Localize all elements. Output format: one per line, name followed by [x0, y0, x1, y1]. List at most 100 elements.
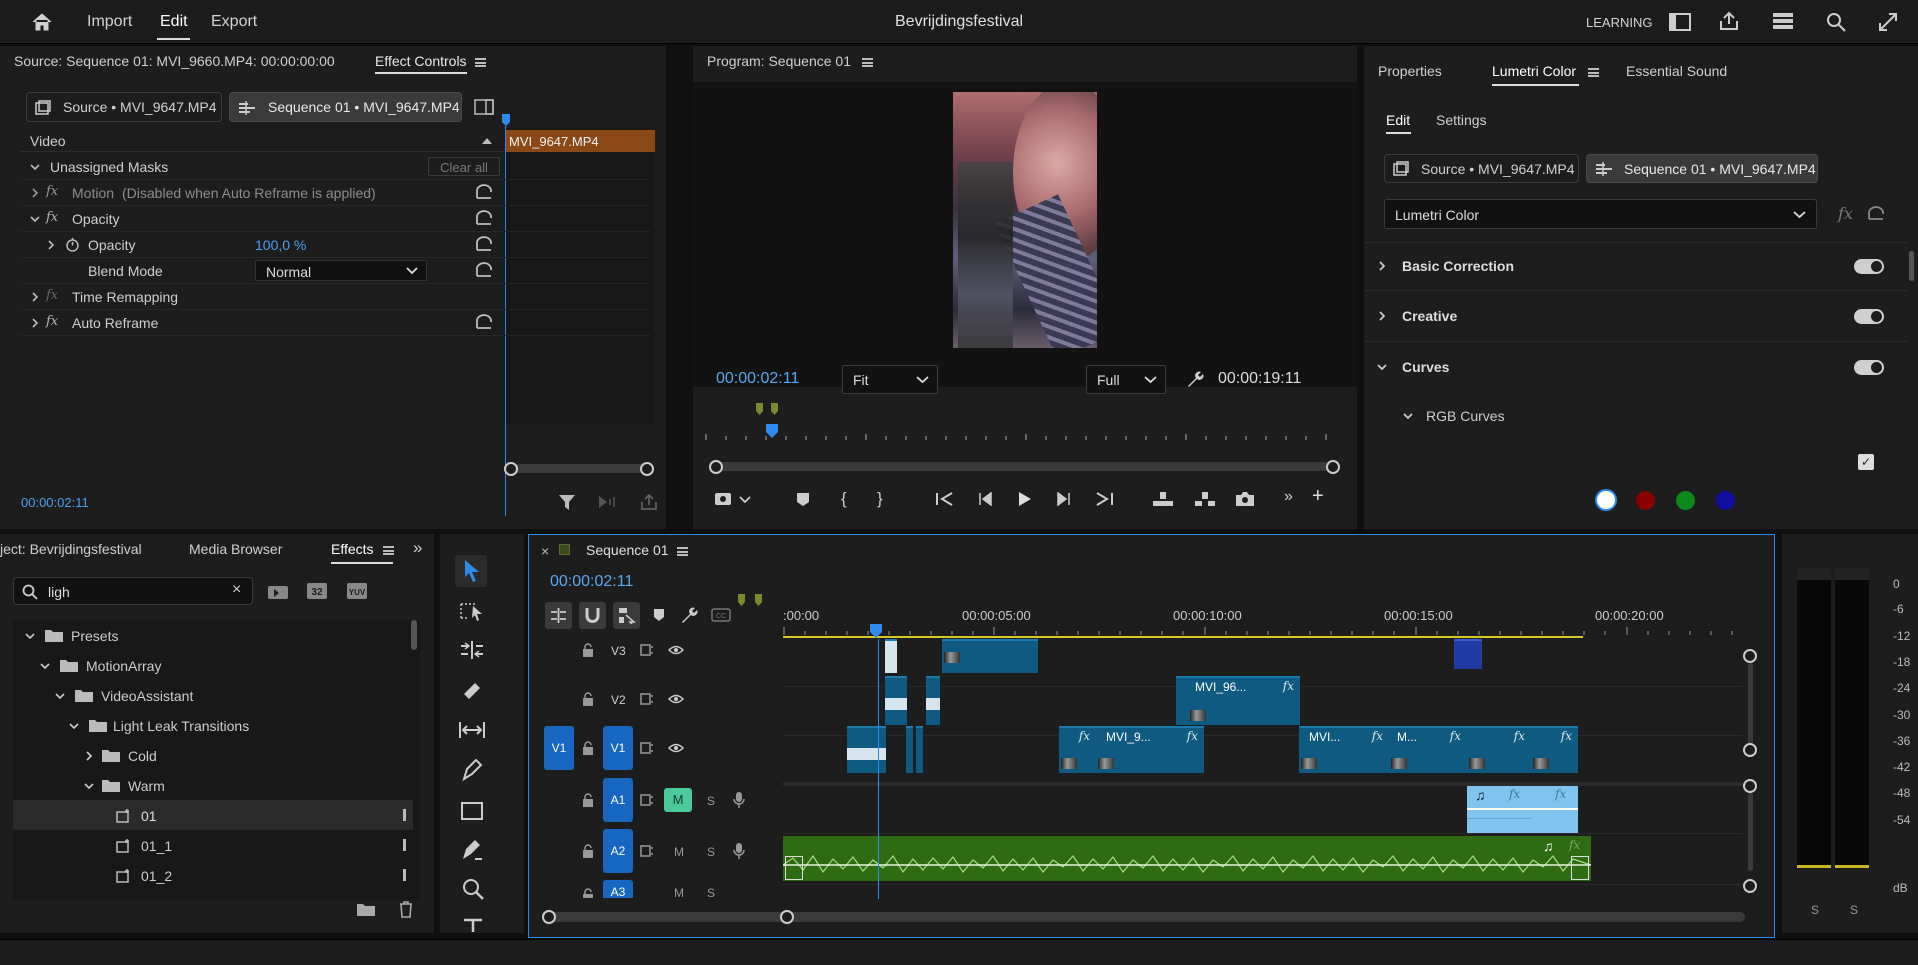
step-forward-icon[interactable]: [1057, 492, 1071, 506]
audio-clip-a2-music[interactable]: ♫ fx: [783, 836, 1591, 881]
clip-v1-2[interactable]: [868, 726, 886, 773]
lock-icon[interactable]: [582, 692, 594, 707]
eye-icon[interactable]: [668, 694, 684, 704]
tree-item-cold[interactable]: Cold: [13, 740, 413, 770]
lumetri-effect-select[interactable]: Lumetri Color: [1384, 199, 1817, 229]
chevron-right-icon[interactable]: [45, 239, 57, 251]
subtab-settings[interactable]: Settings: [1436, 112, 1487, 128]
hand-tool-icon[interactable]: [461, 839, 483, 861]
clip-v3-small[interactable]: [885, 639, 897, 673]
tree-item-light-leak-transitions[interactable]: Light Leak Transitions: [13, 710, 413, 740]
chevron-down-icon[interactable]: [68, 720, 80, 732]
export-menu[interactable]: Export: [211, 13, 257, 31]
slip-tool-icon[interactable]: [459, 721, 485, 739]
play-icon[interactable]: [1018, 491, 1032, 507]
lumetri-source-chip[interactable]: Source • MVI_9647.MP4: [1384, 154, 1579, 183]
clip-v3-a[interactable]: [942, 639, 1038, 673]
video-track-scrollbar[interactable]: [1748, 663, 1753, 745]
go-to-out-icon[interactable]: [1095, 492, 1113, 506]
clip-v1-mvi9[interactable]: MVI_9... fx: [1096, 726, 1204, 773]
blend-mode-select[interactable]: Normal: [255, 260, 427, 281]
program-zoom-left[interactable]: [709, 460, 723, 474]
wrench-icon[interactable]: [1186, 370, 1204, 388]
clip-v2-mvi96[interactable]: MVI_96... fx: [1188, 676, 1300, 725]
clip-v1-m[interactable]: M... fx: [1389, 726, 1467, 773]
export-frame-camera-icon[interactable]: [1235, 491, 1255, 507]
reset-icon[interactable]: [1866, 206, 1886, 222]
chevron-right-icon[interactable]: [29, 291, 41, 303]
panel-menu-icon[interactable]: [862, 58, 873, 67]
clip-v1-9[interactable]: fx: [1467, 726, 1531, 773]
lumetri-scrollbar[interactable]: [1909, 251, 1914, 281]
toggle-timeline-view-icon[interactable]: [474, 99, 494, 115]
audio-clip-a1-a[interactable]: ♫ fx: [1467, 786, 1531, 833]
button-editor-plus-icon[interactable]: +: [1312, 485, 1324, 508]
clip-v3-blue[interactable]: [1454, 639, 1482, 669]
row-blend-mode[interactable]: Blend Mode Normal: [20, 258, 650, 284]
linked-selection-button[interactable]: [613, 602, 640, 629]
step-back-icon[interactable]: [978, 492, 992, 506]
insert-button-icon[interactable]: [714, 491, 734, 507]
lumetri-sequence-chip[interactable]: Sequence 01 • MVI_9647.MP4: [1586, 154, 1818, 183]
zoom-tool-icon[interactable]: [462, 878, 484, 900]
captions-icon[interactable]: CC: [711, 608, 731, 622]
tree-item-presets[interactable]: Presets: [13, 620, 413, 650]
clip-v1-4[interactable]: [916, 726, 923, 773]
lock-icon[interactable]: [582, 643, 594, 658]
timeline-settings-wrench-icon[interactable]: [680, 606, 698, 624]
tab-media-browser[interactable]: Media Browser: [189, 541, 282, 557]
tab-effect-controls[interactable]: Effect Controls: [375, 53, 467, 69]
lock-icon[interactable]: [582, 888, 594, 898]
tab-essential-sound[interactable]: Essential Sound: [1626, 63, 1727, 79]
program-timecode[interactable]: 00:00:02:11: [716, 370, 799, 388]
source-clip-chip[interactable]: Source • MVI_9647.MP4: [26, 92, 222, 122]
go-to-in-icon[interactable]: [936, 492, 954, 506]
track-a1-target[interactable]: A1: [603, 778, 633, 822]
learning-workspace[interactable]: LEARNING: [1586, 15, 1652, 30]
home-icon[interactable]: [31, 12, 53, 32]
sync-lock-icon[interactable]: [640, 794, 654, 806]
chevron-down-icon[interactable]: [29, 213, 41, 225]
rgb-curves-checkbox[interactable]: ✓: [1858, 454, 1874, 470]
sync-lock-icon[interactable]: [640, 845, 654, 857]
timeline-marker-icons[interactable]: [737, 593, 764, 610]
red-channel-swatch[interactable]: [1636, 491, 1655, 510]
fit-select[interactable]: Fit: [842, 365, 938, 394]
tree-item-01[interactable]: 01: [13, 800, 413, 830]
white-channel-swatch[interactable]: [1595, 489, 1617, 511]
chevron-down-icon[interactable]: [29, 161, 41, 173]
collapse-up-icon[interactable]: [482, 137, 492, 144]
timeline-timecode[interactable]: 00:00:02:11: [550, 573, 633, 591]
effects-search-input[interactable]: ligh: [48, 584, 70, 600]
effects-scrollbar[interactable]: [411, 620, 417, 650]
sequence-tab[interactable]: Sequence 01: [586, 542, 669, 558]
a3-mute-button[interactable]: M: [674, 886, 684, 898]
a2-solo-button[interactable]: S: [707, 845, 715, 859]
video-track-scroll-bottom[interactable]: [1743, 743, 1757, 757]
play-audio-icon[interactable]: [598, 495, 620, 509]
clip-v1-mvi[interactable]: MVI... fx: [1299, 726, 1389, 773]
section-curves[interactable]: Curves RGB Curves ✓: [1364, 341, 1908, 529]
opacity-value[interactable]: 100,0 %: [255, 237, 306, 253]
32bit-effects-icon[interactable]: 32: [306, 582, 328, 600]
meter-solo-right[interactable]: S: [1850, 903, 1858, 917]
tree-item-warm[interactable]: Warm: [13, 770, 413, 800]
timeline-zoom-scrollbar[interactable]: [545, 912, 1745, 922]
transition-start-marker[interactable]: [785, 856, 803, 880]
chevron-down-icon[interactable]: [1402, 410, 1414, 422]
section-basic-correction[interactable]: Basic Correction: [1364, 242, 1908, 290]
subtab-edit[interactable]: Edit: [1386, 112, 1410, 128]
transition-end-marker[interactable]: [1571, 856, 1589, 880]
tab-project[interactable]: ject: Bevrijdingsfestival: [0, 541, 142, 557]
chevron-right-icon[interactable]: [1376, 310, 1388, 322]
ec-zoom-handle-right[interactable]: [640, 462, 654, 476]
accelerated-effects-icon[interactable]: [267, 582, 289, 600]
fx-bypass-icon[interactable]: fx: [1838, 204, 1853, 223]
mark-in-icon[interactable]: {: [841, 489, 847, 509]
lift-icon[interactable]: [1152, 491, 1174, 507]
selection-tool-icon[interactable]: [462, 559, 482, 583]
clip-v1-10[interactable]: fx: [1531, 726, 1578, 773]
voiceover-mic-icon[interactable]: [733, 791, 745, 809]
source-patch-v1[interactable]: V1: [544, 726, 574, 770]
ec-clip-bar[interactable]: MVI_9647.MP4: [505, 130, 655, 152]
